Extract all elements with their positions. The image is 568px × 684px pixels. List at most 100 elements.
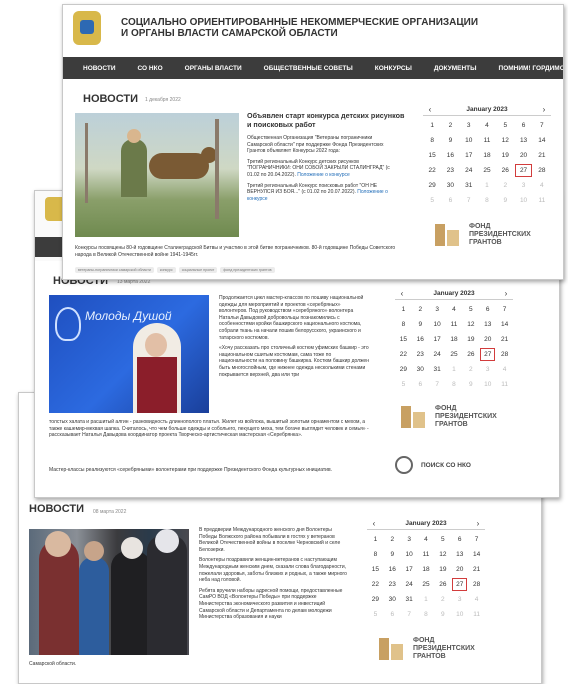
calendar-day[interactable]: 4 xyxy=(478,118,496,133)
calendar-day[interactable]: 25 xyxy=(418,577,435,592)
tag-chip[interactable]: фонд президентских грантов xyxy=(220,267,275,273)
fund-banner[interactable]: ФОНД ПРЕЗИДЕНТСКИХ ГРАНТОВ xyxy=(379,637,475,661)
calendar-day[interactable]: 10 xyxy=(514,193,532,208)
calendar-day[interactable]: 4 xyxy=(468,592,485,607)
calendar-day[interactable]: 28 xyxy=(533,163,551,178)
calendar-day[interactable]: 14 xyxy=(496,317,513,332)
calendar-next-icon[interactable]: › xyxy=(499,289,513,298)
calendar-day[interactable]: 22 xyxy=(395,347,412,362)
calendar-next-icon[interactable]: › xyxy=(537,105,551,114)
calendar-day[interactable]: 9 xyxy=(384,547,401,562)
nav-item[interactable]: ОРГАНЫ ВЛАСТИ xyxy=(185,65,242,72)
calendar-day[interactable]: 26 xyxy=(496,163,514,178)
calendar-day[interactable]: 9 xyxy=(496,193,514,208)
calendar-day[interactable]: 18 xyxy=(446,332,463,347)
calendar-day[interactable]: 20 xyxy=(451,562,468,577)
calendar-next-icon[interactable]: › xyxy=(471,519,485,528)
calendar-day[interactable]: 16 xyxy=(412,332,429,347)
calendar-day[interactable]: 7 xyxy=(533,118,551,133)
calendar-day[interactable]: 24 xyxy=(429,347,446,362)
calendar-day[interactable]: 1 xyxy=(423,118,441,133)
calendar-day[interactable]: 10 xyxy=(429,317,446,332)
calendar-day[interactable]: 13 xyxy=(479,317,496,332)
calendar-day[interactable]: 17 xyxy=(429,332,446,347)
fund-banner[interactable]: ФОНД ПРЕЗИДЕНТСКИХ ГРАНТОВ xyxy=(401,405,497,429)
calendar-day[interactable]: 9 xyxy=(462,377,479,392)
calendar-day[interactable]: 8 xyxy=(478,193,496,208)
calendar-day[interactable]: 7 xyxy=(401,607,418,622)
calendar-day[interactable]: 8 xyxy=(418,607,435,622)
calendar-day[interactable]: 4 xyxy=(418,532,435,547)
calendar-widget[interactable]: ‹ January 2023 › 1 2 3 4 5 6 7 8 9 10 11 12 13 14 15 16 17 1… xyxy=(367,517,485,622)
nav-item[interactable]: НОВОСТИ xyxy=(83,65,116,72)
calendar-day[interactable]: 3 xyxy=(460,118,478,133)
calendar-day[interactable]: 21 xyxy=(496,332,513,347)
calendar-day[interactable]: 6 xyxy=(479,302,496,317)
calendar-day[interactable]: 11 xyxy=(533,193,551,208)
calendar-day[interactable]: 6 xyxy=(441,193,459,208)
article-title[interactable]: Объявлен старт конкурса детских рисунков… xyxy=(247,111,407,129)
nav-item[interactable]: ОБЩЕСТВЕННЫЕ СОВЕТЫ xyxy=(264,65,353,72)
calendar-day[interactable]: 17 xyxy=(460,148,478,163)
regulation-link[interactable]: Положение о конкурсе xyxy=(297,172,350,178)
calendar-day[interactable]: 6 xyxy=(451,532,468,547)
calendar-day[interactable]: 2 xyxy=(441,118,459,133)
calendar-day[interactable]: 15 xyxy=(395,332,412,347)
calendar-day[interactable]: 8 xyxy=(446,377,463,392)
calendar-day[interactable]: 23 xyxy=(441,163,459,178)
calendar-day[interactable]: 1 xyxy=(478,178,496,193)
calendar-day[interactable]: 24 xyxy=(401,577,418,592)
calendar-day[interactable]: 17 xyxy=(401,562,418,577)
calendar-day[interactable]: 21 xyxy=(533,148,551,163)
calendar-day[interactable]: 29 xyxy=(395,362,412,377)
calendar-day[interactable]: 31 xyxy=(429,362,446,377)
calendar-day[interactable]: 3 xyxy=(479,362,496,377)
calendar-day[interactable]: 27 xyxy=(514,163,532,178)
calendar-day[interactable]: 10 xyxy=(479,377,496,392)
calendar-day[interactable]: 18 xyxy=(478,148,496,163)
calendar-day[interactable]: 30 xyxy=(412,362,429,377)
calendar-day[interactable]: 21 xyxy=(468,562,485,577)
calendar-day[interactable]: 20 xyxy=(514,148,532,163)
calendar-day[interactable]: 8 xyxy=(395,317,412,332)
calendar-day[interactable]: 23 xyxy=(412,347,429,362)
nav-item[interactable]: КОНКУРСЫ xyxy=(375,65,412,72)
calendar-day[interactable]: 5 xyxy=(434,532,451,547)
tag-chip[interactable]: ветераны-пограничники самарской области xyxy=(75,267,154,273)
calendar-day[interactable]: 11 xyxy=(478,133,496,148)
calendar-day[interactable]: 30 xyxy=(441,178,459,193)
calendar-day[interactable]: 12 xyxy=(462,317,479,332)
calendar-day[interactable]: 25 xyxy=(478,163,496,178)
calendar-day[interactable]: 2 xyxy=(384,532,401,547)
calendar-day[interactable]: 12 xyxy=(434,547,451,562)
calendar-day[interactable]: 4 xyxy=(496,362,513,377)
tag-chip[interactable]: конкурс xyxy=(156,267,176,273)
fund-banner[interactable]: ФОНД ПРЕЗИДЕНТСКИХ ГРАНТОВ xyxy=(435,223,531,247)
calendar-day[interactable]: 31 xyxy=(401,592,418,607)
calendar-day[interactable]: 30 xyxy=(384,592,401,607)
calendar-day[interactable]: 19 xyxy=(496,148,514,163)
calendar-day[interactable]: 9 xyxy=(412,317,429,332)
calendar-widget[interactable]: ‹ January 2023 › 1 2 3 4 5 6 7 8 9 10 11 12 13 14 15 16 17 1… xyxy=(395,287,513,392)
calendar-day[interactable]: 16 xyxy=(441,148,459,163)
calendar-day[interactable]: 29 xyxy=(367,592,384,607)
calendar-day[interactable]: 15 xyxy=(423,148,441,163)
calendar-day[interactable]: 6 xyxy=(514,118,532,133)
calendar-day[interactable]: 4 xyxy=(446,302,463,317)
calendar-day[interactable]: 6 xyxy=(384,607,401,622)
calendar-day[interactable]: 27 xyxy=(479,347,496,362)
calendar-day[interactable]: 14 xyxy=(468,547,485,562)
calendar-day[interactable]: 7 xyxy=(429,377,446,392)
calendar-day[interactable]: 11 xyxy=(418,547,435,562)
calendar-day[interactable]: 15 xyxy=(367,562,384,577)
calendar-day[interactable]: 2 xyxy=(434,592,451,607)
calendar-day[interactable]: 2 xyxy=(462,362,479,377)
nav-item[interactable]: ДОКУМЕНТЫ xyxy=(434,65,477,72)
calendar-day[interactable]: 11 xyxy=(446,317,463,332)
calendar-day[interactable]: 1 xyxy=(418,592,435,607)
calendar-day[interactable]: 22 xyxy=(367,577,384,592)
calendar-day[interactable]: 14 xyxy=(533,133,551,148)
calendar-day[interactable]: 29 xyxy=(423,178,441,193)
calendar-day[interactable]: 26 xyxy=(434,577,451,592)
calendar-day[interactable]: 5 xyxy=(423,193,441,208)
